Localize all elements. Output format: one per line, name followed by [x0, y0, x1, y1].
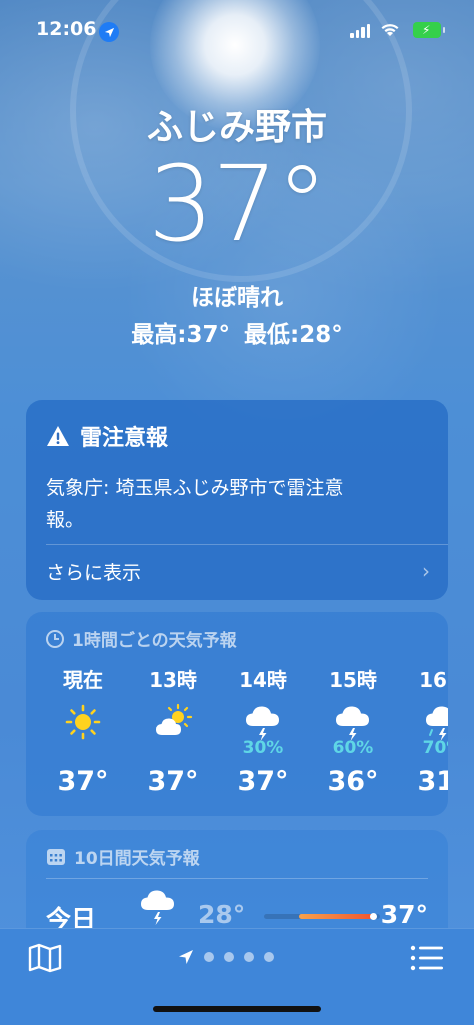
high-temperature: 最高:37° [131, 322, 230, 348]
hour-temp: 37° [57, 766, 109, 797]
partly-cloudy-icon [156, 703, 193, 735]
status-time: 12:06 [36, 18, 97, 40]
temperature-range-bar [264, 913, 380, 920]
hour-item: 13時 37° [128, 664, 218, 804]
hour-precip: 60% [332, 738, 374, 758]
alert-title-row: 雷注意報 [46, 420, 168, 452]
thunderstorm-icon [246, 706, 279, 741]
chevron-right-icon: › [422, 559, 430, 583]
weather-alert-card[interactable]: 雷注意報 気象庁: 埼玉県ふじみ野市で雷注意報。 さらに表示 › [26, 400, 448, 600]
page-indicator[interactable] [178, 949, 274, 965]
hour-temp: 36° [327, 766, 379, 797]
hour-temp: 37° [147, 766, 199, 797]
daily-heading: 10日間天気予報 [46, 844, 200, 869]
hourly-heading-label: 1時間ごとの天気予報 [72, 631, 237, 651]
day-high: 37° [380, 900, 428, 929]
page-dot [204, 952, 214, 962]
high-low: 最高:37° 最低:28° [0, 315, 474, 349]
day-low: 28° [198, 900, 246, 929]
hour-temp: 37° [237, 766, 289, 797]
alert-divider [46, 544, 448, 545]
hour-item: 現在 37° [38, 664, 128, 804]
hour-temp: 31° [417, 766, 448, 797]
list-icon[interactable] [410, 945, 444, 975]
hourly-forecast-card[interactable]: 1時間ごとの天気予報 現在 37° 13時 37° 14時 30% 37° 15… [26, 612, 448, 816]
hour-label: 現在 [63, 668, 103, 692]
low-temperature: 最低:28° [244, 322, 343, 348]
alert-show-more-button[interactable]: さらに表示 › [46, 554, 430, 588]
alert-title: 雷注意報 [80, 426, 169, 451]
daily-divider [46, 878, 428, 879]
page-dot [244, 952, 254, 962]
current-condition: ほぼ晴れ [191, 285, 283, 311]
hourly-scroller[interactable]: 現在 37° 13時 37° 14時 30% 37° 15時 60% 36° 1… [38, 664, 448, 804]
map-icon[interactable] [28, 943, 62, 977]
calendar-icon [47, 848, 65, 865]
hour-item: 16時 70% 31° [398, 664, 448, 804]
hour-precip: 70% [422, 738, 448, 758]
hour-label: 16時 [419, 668, 448, 692]
current-temperature-marker [370, 913, 378, 920]
hour-label: 14時 [239, 668, 287, 692]
hour-item: 14時 30% 37° [218, 664, 308, 804]
warning-icon [47, 426, 69, 446]
hour-label: 15時 [329, 668, 377, 692]
battery-charging-icon: ⚡ [413, 22, 445, 38]
alert-body: 気象庁: 埼玉県ふじみ野市で雷注意報。 [46, 477, 344, 531]
status-bar: 12:06 ⚡ [0, 0, 474, 60]
hour-precip: 30% [242, 738, 284, 758]
hour-label: 13時 [149, 668, 197, 692]
sun-icon [65, 704, 101, 740]
current-temperature: 37° [147, 143, 328, 265]
hour-item: 15時 60% 36° [308, 664, 398, 804]
location-services-icon [99, 22, 119, 42]
daily-heading-label: 10日間天気予報 [74, 849, 200, 869]
page-dot [264, 952, 274, 962]
thunderstorm-icon [336, 706, 369, 741]
show-more-label: さらに表示 [46, 561, 142, 584]
thunderstorm-icon [141, 890, 174, 925]
clock-icon [46, 629, 64, 648]
hourly-heading: 1時間ごとの天気予報 [46, 626, 237, 651]
cellular-signal-icon [350, 24, 370, 38]
wifi-icon [380, 22, 400, 42]
location-arrow-icon [179, 950, 193, 964]
home-indicator [153, 1006, 321, 1012]
thunderstorm-rain-icon [426, 706, 448, 741]
temperature-range-fill [298, 914, 375, 919]
page-dot [224, 952, 234, 962]
